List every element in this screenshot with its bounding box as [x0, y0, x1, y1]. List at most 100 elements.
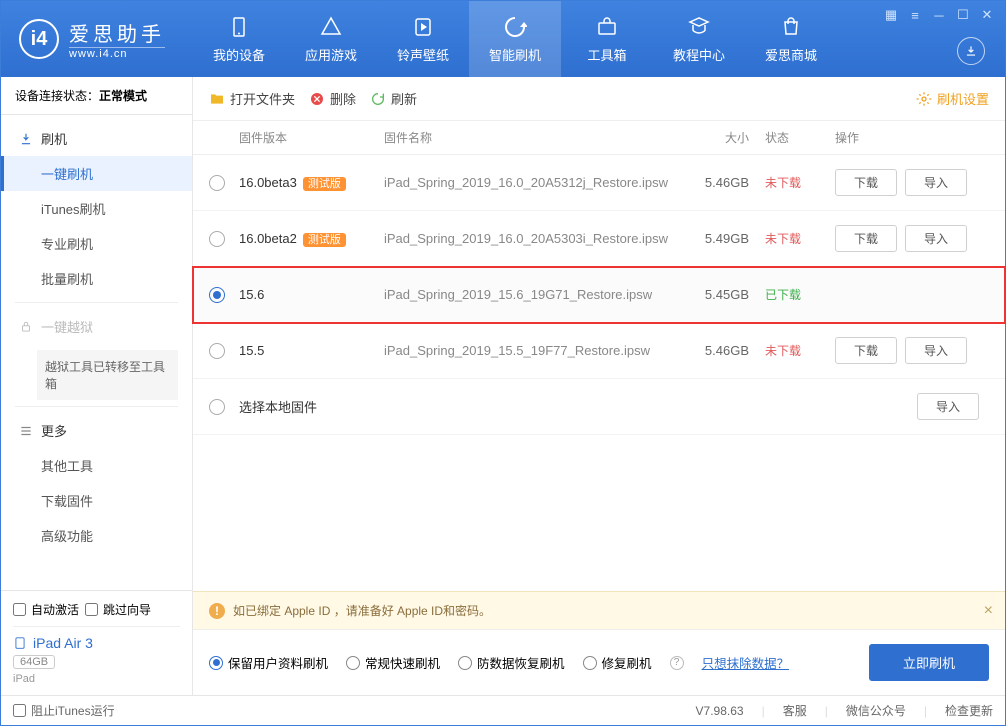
row-ops: 下载导入 — [819, 337, 989, 364]
download-button[interactable]: 下载 — [835, 225, 897, 252]
close-button[interactable]: ✕ — [975, 5, 999, 25]
row-radio[interactable] — [209, 399, 225, 415]
sidebar-item-batch[interactable]: 批量刷机 — [1, 261, 192, 296]
menu-icon[interactable]: ≡ — [903, 5, 927, 25]
sidebar: 设备连接状态：正常模式 刷机 一键刷机 iTunes刷机 专业刷机 批量刷机 一… — [1, 77, 193, 695]
more-icon — [19, 424, 33, 438]
check-update-link[interactable]: 检查更新 — [945, 702, 993, 719]
import-button[interactable]: 导入 — [905, 337, 967, 364]
header-ops: 操作 — [819, 129, 989, 146]
flash-now-button[interactable]: 立即刷机 — [869, 644, 989, 681]
table-row-local[interactable]: 选择本地固件 导入 — [193, 379, 1005, 435]
row-size: 5.49GB — [679, 231, 749, 246]
window-controls: ▦ ≡ ─ ☐ ✕ — [879, 5, 999, 25]
version-label: V7.98.63 — [696, 704, 744, 718]
option-keep-data[interactable]: 保留用户资料刷机 — [209, 653, 328, 672]
row-radio[interactable] — [209, 175, 225, 191]
row-ops: 下载导入 — [819, 169, 989, 196]
row-filename: iPad_Spring_2019_15.5_19F77_Restore.ipsw — [384, 343, 679, 358]
close-warning-button[interactable]: × — [984, 602, 993, 620]
beta-badge: 测试版 — [303, 233, 346, 247]
main-content: 打开文件夹 删除 刷新 刷机设置 固件版本 固件名称 大小 状态 操作 16.0… — [193, 77, 1005, 695]
maximize-button[interactable]: ☐ — [951, 5, 975, 25]
flash-settings-button[interactable]: 刷机设置 — [916, 89, 989, 108]
row-size: 5.45GB — [679, 287, 749, 302]
header-status: 状态 — [749, 129, 819, 146]
nav-tutorial[interactable]: 教程中心 — [653, 1, 745, 77]
row-status: 未下载 — [749, 230, 819, 247]
grid-icon[interactable]: ▦ — [879, 5, 903, 25]
sidebar-item-oneclick[interactable]: 一键刷机 — [1, 156, 192, 191]
open-folder-button[interactable]: 打开文件夹 — [209, 89, 295, 108]
wechat-link[interactable]: 微信公众号 — [846, 702, 906, 719]
skip-guide-checkbox[interactable]: 跳过向导 — [85, 601, 151, 618]
app-name: 爱思助手 — [69, 18, 165, 47]
nav-store[interactable]: 爱思商城 — [745, 1, 837, 77]
option-repair[interactable]: 修复刷机 — [583, 653, 652, 672]
sidebar-item-other-tools[interactable]: 其他工具 — [1, 448, 192, 483]
minimize-button[interactable]: ─ — [927, 5, 951, 25]
row-filename: iPad_Spring_2019_15.6_19G71_Restore.ipsw — [384, 287, 679, 302]
erase-link[interactable]: 只想抹除数据？ — [702, 653, 790, 672]
table-row[interactable]: 16.0beta3测试版iPad_Spring_2019_16.0_20A531… — [193, 155, 1005, 211]
device-name[interactable]: iPad Air 3 — [13, 635, 180, 651]
main-nav: 我的设备 应用游戏 铃声壁纸 智能刷机 工具箱 教程中心 爱思商城 — [193, 1, 837, 77]
beta-badge: 测试版 — [303, 177, 346, 191]
row-status: 未下载 — [749, 174, 819, 191]
import-button[interactable]: 导入 — [905, 225, 967, 252]
row-size: 5.46GB — [679, 175, 749, 190]
row-radio[interactable] — [209, 343, 225, 359]
nav-apps[interactable]: 应用游戏 — [285, 1, 377, 77]
nav-flash[interactable]: 智能刷机 — [469, 1, 561, 77]
local-firmware-label: 选择本地固件 — [239, 397, 384, 416]
row-radio[interactable] — [209, 231, 225, 247]
header-name: 固件名称 — [384, 129, 679, 146]
warning-text: 如已绑定 Apple ID ，请准备好 Apple ID和密码。 — [233, 602, 491, 619]
header-size: 大小 — [679, 129, 749, 146]
flash-icon — [19, 132, 33, 146]
logo-icon: i4 — [19, 19, 59, 59]
sidebar-flash-title[interactable]: 刷机 — [1, 121, 192, 156]
logo-area: i4 爱思助手 www.i4.cn — [1, 18, 183, 60]
sidebar-more-title[interactable]: 更多 — [1, 413, 192, 448]
download-manager-icon[interactable] — [957, 37, 985, 65]
row-version: 15.5 — [239, 343, 384, 358]
table-row[interactable]: 16.0beta2测试版iPad_Spring_2019_16.0_20A530… — [193, 211, 1005, 267]
service-link[interactable]: 客服 — [783, 702, 807, 719]
table-row[interactable]: 15.5iPad_Spring_2019_15.5_19F77_Restore.… — [193, 323, 1005, 379]
option-anti-recovery[interactable]: 防数据恢复刷机 — [458, 653, 565, 672]
row-version: 15.6 — [239, 287, 384, 302]
row-size: 5.46GB — [679, 343, 749, 358]
nav-toolbox[interactable]: 工具箱 — [561, 1, 653, 77]
sidebar-jailbreak-title: 一键越狱 — [1, 309, 192, 344]
download-button[interactable]: 下载 — [835, 169, 897, 196]
nav-ringtones[interactable]: 铃声壁纸 — [377, 1, 469, 77]
footer: 阻止iTunes运行 V7.98.63 | 客服 | 微信公众号 | 检查更新 — [1, 695, 1005, 725]
sidebar-item-pro[interactable]: 专业刷机 — [1, 226, 192, 261]
app-url: www.i4.cn — [69, 47, 165, 60]
jailbreak-note: 越狱工具已转移至工具箱 — [37, 350, 178, 400]
sidebar-item-itunes[interactable]: iTunes刷机 — [1, 191, 192, 226]
download-button[interactable]: 下载 — [835, 337, 897, 364]
device-capacity: 64GB — [13, 655, 55, 669]
sidebar-item-advanced[interactable]: 高级功能 — [1, 518, 192, 553]
import-button[interactable]: 导入 — [917, 393, 979, 420]
header-version: 固件版本 — [239, 129, 384, 146]
delete-button[interactable]: 删除 — [309, 89, 356, 108]
sidebar-item-download-fw[interactable]: 下载固件 — [1, 483, 192, 518]
warning-icon: ! — [209, 603, 225, 619]
row-filename: iPad_Spring_2019_16.0_20A5303i_Restore.i… — [384, 231, 679, 246]
toolbar: 打开文件夹 删除 刷新 刷机设置 — [193, 77, 1005, 121]
device-type: iPad — [13, 673, 180, 685]
block-itunes-checkbox[interactable]: 阻止iTunes运行 — [13, 702, 115, 719]
auto-activate-checkbox[interactable]: 自动激活 — [13, 601, 79, 618]
connection-status: 设备连接状态：正常模式 — [1, 77, 192, 115]
option-normal[interactable]: 常规快速刷机 — [346, 653, 440, 672]
help-icon[interactable]: ? — [670, 656, 684, 670]
import-button[interactable]: 导入 — [905, 169, 967, 196]
refresh-button[interactable]: 刷新 — [370, 89, 417, 108]
row-radio[interactable] — [209, 287, 225, 303]
table-row[interactable]: 15.6iPad_Spring_2019_15.6_19G71_Restore.… — [193, 267, 1005, 323]
nav-my-device[interactable]: 我的设备 — [193, 1, 285, 77]
row-status: 已下载 — [749, 286, 819, 303]
